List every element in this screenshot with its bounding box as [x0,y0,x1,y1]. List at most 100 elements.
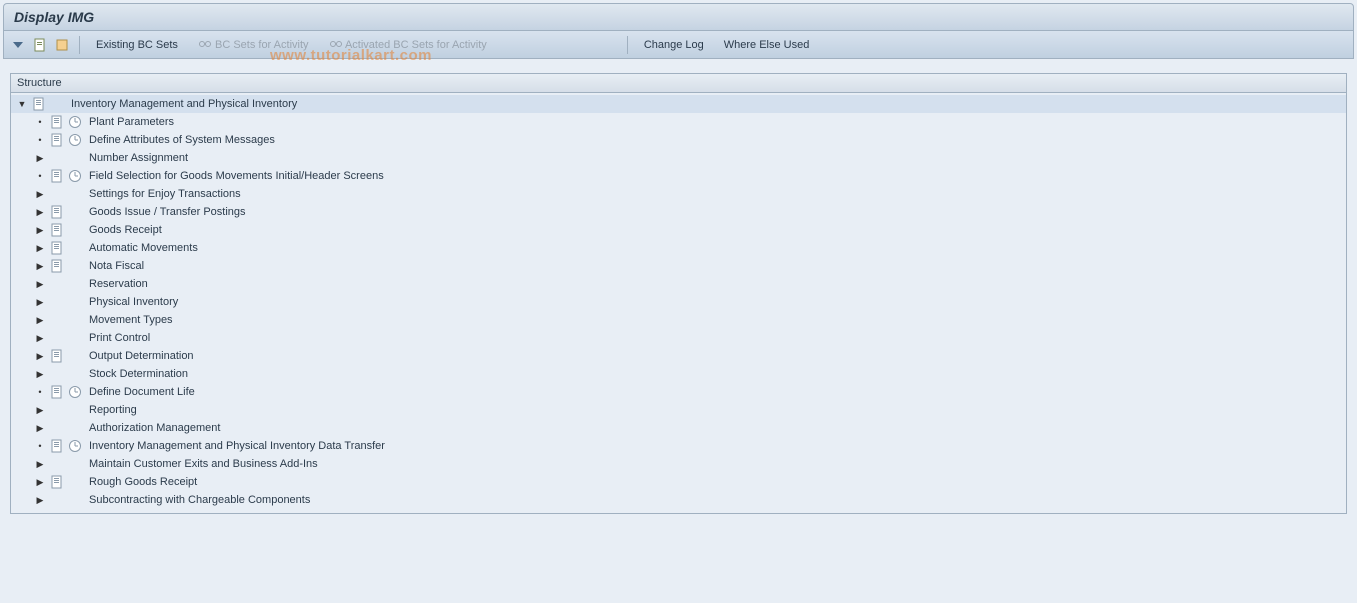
tree-row[interactable]: ▶ Authorization Management [11,419,1346,437]
execute-icon[interactable] [67,438,83,454]
where-else-used-button[interactable]: Where Else Used [716,37,818,53]
tree-row[interactable]: ▶ Automatic Movements [11,239,1346,257]
expand-icon[interactable]: ▶ [35,369,45,379]
tree-item-label[interactable]: Settings for Enjoy Transactions [85,185,241,203]
tree-row[interactable]: ▶ Nota Fiscal [11,257,1346,275]
doc-icon[interactable] [49,168,65,184]
doc-icon[interactable] [49,474,65,490]
execute-icon [67,294,83,310]
tree-row[interactable]: •Define Attributes of System Messages [11,131,1346,149]
tree-item-label[interactable]: Field Selection for Goods Movements Init… [85,167,384,185]
execute-icon [67,330,83,346]
execute-icon[interactable] [67,384,83,400]
expand-icon[interactable]: ▶ [35,297,45,307]
doc-icon[interactable] [49,348,65,364]
expand-icon[interactable]: ▶ [35,261,45,271]
doc-icon [49,276,65,292]
existing-bc-sets-button[interactable]: Existing BC Sets [88,37,186,53]
tree-item-label[interactable]: Reservation [85,275,148,293]
tree-item-label[interactable]: Maintain Customer Exits and Business Add… [85,455,318,473]
doc-icon[interactable] [49,114,65,130]
execute-icon[interactable] [67,132,83,148]
glasses-icon [329,39,343,47]
tree-item-label[interactable]: Inventory Management and Physical Invent… [85,437,385,455]
tree-row[interactable]: ▶ Physical Inventory [11,293,1346,311]
tree-row[interactable]: ▶ Goods Issue / Transfer Postings [11,203,1346,221]
doc-icon[interactable] [49,240,65,256]
tree-item-label[interactable]: Movement Types [85,311,173,329]
expand-icon[interactable]: ▶ [35,189,45,199]
tree-row[interactable]: ▶ Goods Receipt [11,221,1346,239]
tree-row[interactable]: ▶ Number Assignment [11,149,1346,167]
expand-icon[interactable]: ▶ [35,279,45,289]
tree-item-label[interactable]: Rough Goods Receipt [85,473,197,491]
execute-icon [67,222,83,238]
expand-icon[interactable]: ▶ [35,333,45,343]
leaf-icon: • [35,167,45,185]
tree-row[interactable]: ▶ Movement Types [11,311,1346,329]
doc-icon[interactable] [49,132,65,148]
tree-item-label[interactable]: Authorization Management [85,419,220,437]
tree-row[interactable]: ▶ Output Determination [11,347,1346,365]
change-log-button[interactable]: Change Log [636,37,712,53]
doc-icon[interactable] [49,258,65,274]
release-notes-icon[interactable] [53,36,71,54]
expand-icon[interactable]: ▶ [35,459,45,469]
tree-row[interactable]: ▶ Settings for Enjoy Transactions [11,185,1346,203]
tree-row[interactable]: ▶ Maintain Customer Exits and Business Ad… [11,455,1346,473]
tree-item-label[interactable]: Output Determination [85,347,194,365]
doc-icon[interactable] [49,204,65,220]
expand-icon[interactable]: ▶ [35,207,45,217]
tree-row[interactable]: ▶ Print Control [11,329,1346,347]
tree-item-label[interactable]: Automatic Movements [85,239,198,257]
tree-row[interactable]: ▶ Reporting [11,401,1346,419]
execute-icon [67,402,83,418]
tree-item-label[interactable]: Reporting [85,401,137,419]
tree-item-label[interactable]: Print Control [85,329,150,347]
doc-icon [49,150,65,166]
tree-item-label[interactable]: Subcontracting with Chargeable Component… [85,491,310,509]
execute-icon[interactable] [67,114,83,130]
leaf-icon: • [35,113,45,131]
collapse-icon[interactable]: ▼ [17,99,27,109]
tree-item-label[interactable]: Define Document Life [85,383,195,401]
tree-row[interactable]: ▶ Rough Goods Receipt [11,473,1346,491]
expand-icon[interactable]: ▶ [35,153,45,163]
tree-item-label[interactable]: Stock Determination [85,365,188,383]
execute-icon [67,240,83,256]
doc-icon[interactable] [49,384,65,400]
expand-icon[interactable]: ▶ [35,495,45,505]
tree-item-label[interactable]: Number Assignment [85,149,188,167]
doc-icon[interactable] [49,222,65,238]
tree-item-label[interactable]: Physical Inventory [85,293,178,311]
tree-item-label[interactable]: Goods Receipt [85,221,162,239]
expand-icon[interactable]: ▶ [35,225,45,235]
tree-row[interactable]: • Field Selection for Goods Movements Ini… [11,167,1346,185]
expand-icon[interactable]: ▶ [35,351,45,361]
expand-icon[interactable]: ▶ [35,477,45,487]
tree-item-label[interactable]: Plant Parameters [85,113,174,131]
tree-item-label[interactable]: Define Attributes of System Messages [85,131,275,149]
execute-icon [67,276,83,292]
tree-row[interactable]: • Plant Parameters [11,113,1346,131]
tree-item-label[interactable]: Nota Fiscal [85,257,144,275]
tree-row[interactable]: ▶ Stock Determination [11,365,1346,383]
expand-icon[interactable]: ▶ [35,423,45,433]
tree-root-row[interactable]: ▼ Inventory Management and Physical Inve… [11,95,1346,113]
doc-icon[interactable] [31,96,47,112]
doc-icon [49,366,65,382]
tree-row[interactable]: ▶ Reservation [11,275,1346,293]
expand-icon[interactable]: ▶ [35,243,45,253]
expand-icon[interactable]: ▶ [35,405,45,415]
tree-item-label[interactable]: Goods Issue / Transfer Postings [85,203,246,221]
document-icon[interactable] [31,36,49,54]
execute-icon[interactable] [67,168,83,184]
expand-subtree-icon[interactable] [9,36,27,54]
tree-row[interactable]: •Inventory Management and Physical Inven… [11,437,1346,455]
expand-icon[interactable]: ▶ [35,315,45,325]
doc-icon[interactable] [49,438,65,454]
tree-row[interactable]: ▶ Subcontracting with Chargeable Componen… [11,491,1346,509]
tree-root-label[interactable]: Inventory Management and Physical Invent… [67,95,297,113]
toolbar: Existing BC Sets BC Sets for Activity Ac… [3,31,1354,59]
tree-row[interactable]: •Define Document Life [11,383,1346,401]
